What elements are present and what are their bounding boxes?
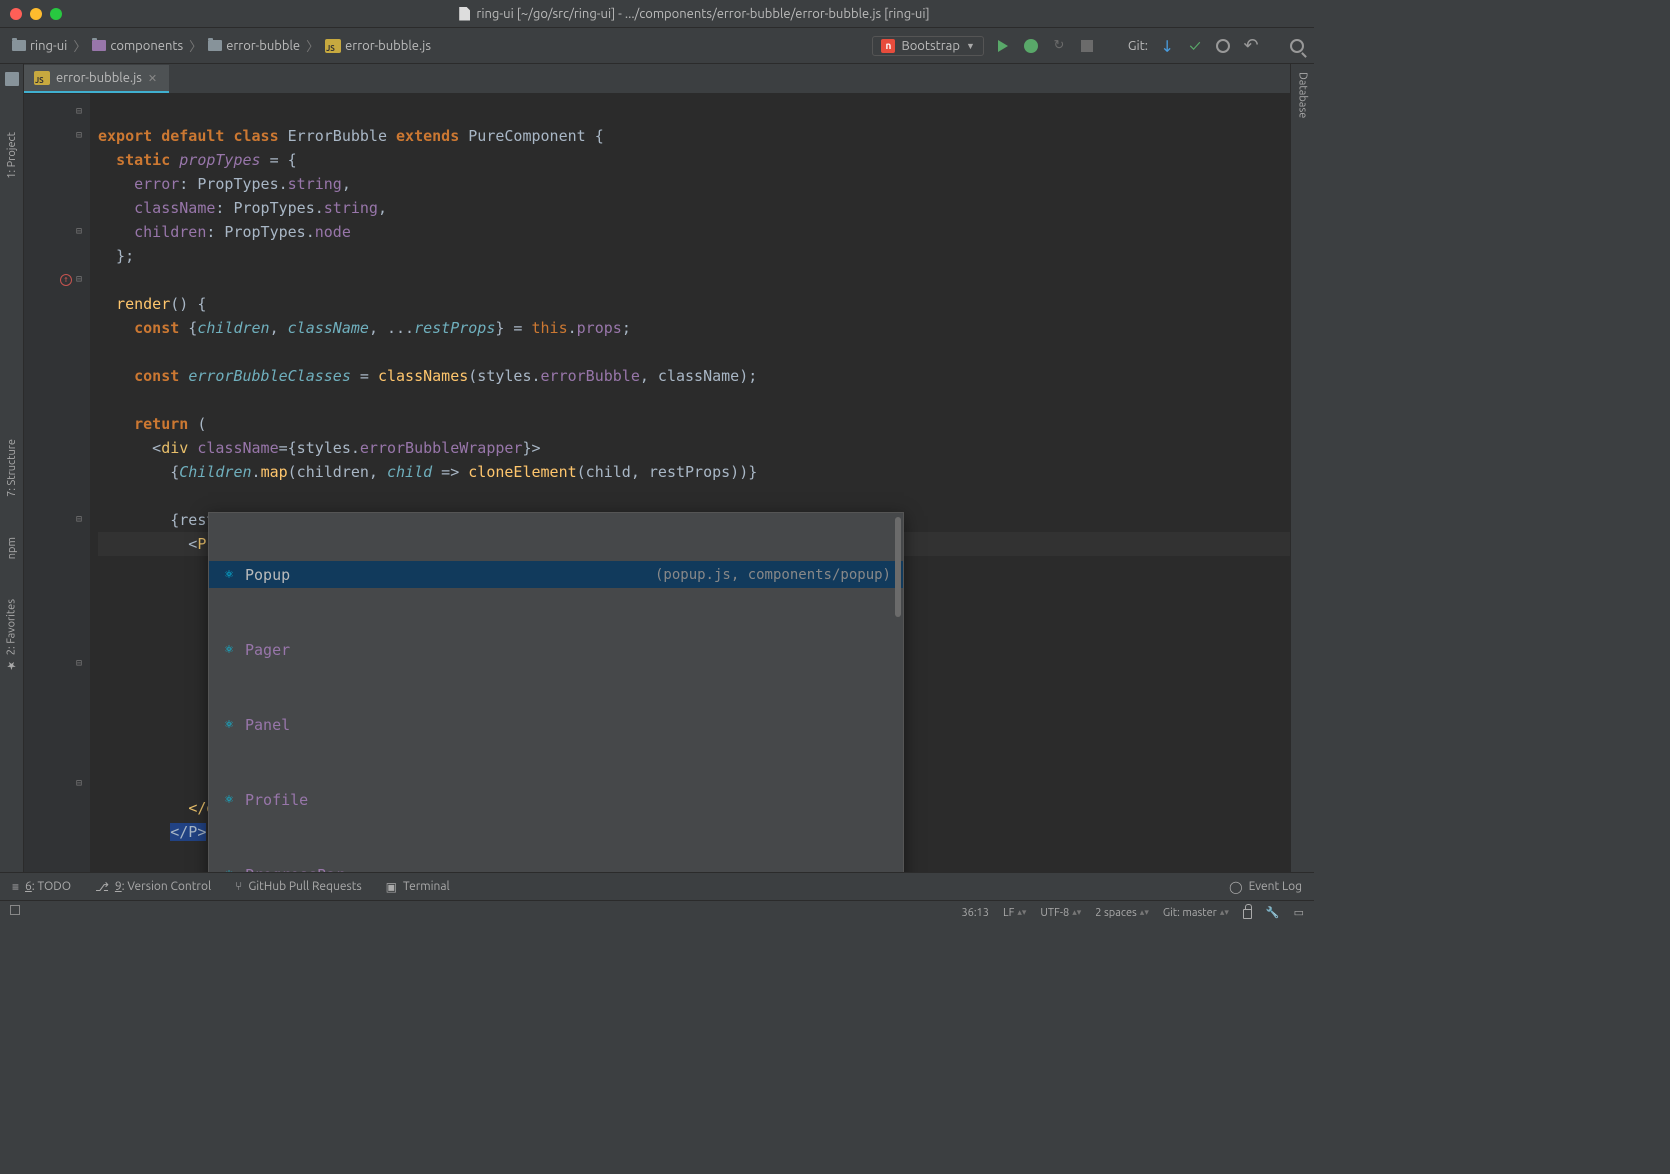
breadcrumb-item[interactable]: error-bubble	[204, 37, 304, 55]
breadcrumb-item[interactable]: JSerror-bubble.js	[321, 37, 435, 55]
tab-label: error-bubble.js	[56, 71, 142, 85]
autocomplete-item[interactable]: ⚛ Profile	[209, 786, 903, 813]
minimize-window-button[interactable]	[30, 8, 42, 20]
line-separator-selector[interactable]: LF▴▾	[1003, 907, 1026, 919]
favorites-panel-tab[interactable]: ★ 2: Favorites	[5, 599, 18, 672]
encoding-selector[interactable]: UTF-8▴▾	[1040, 907, 1081, 919]
autocomplete-label: Pager	[245, 638, 290, 662]
js-file-icon: JS	[34, 71, 50, 85]
breadcrumb-item[interactable]: ring-ui	[8, 37, 71, 55]
terminal-tool-button[interactable]: ▣ Terminal	[386, 880, 450, 894]
tool-window-quick-access-icon[interactable]	[10, 905, 20, 915]
main-toolbar: ring-ui 〉 components 〉 error-bubble 〉 JS…	[0, 28, 1314, 64]
structure-panel-tab[interactable]: 7: Structure	[6, 439, 18, 497]
github-pr-tool-button[interactable]: ⑂ GitHub Pull Requests	[235, 880, 362, 893]
bottom-tool-bar: ≡ 6: TODO ⎇ 9: Version Control ⑂ GitHub …	[0, 872, 1314, 900]
indent-selector[interactable]: 2 spaces▴▾	[1095, 907, 1149, 919]
git-branch-selector[interactable]: Git: master▴▾	[1163, 907, 1229, 919]
search-everywhere-button[interactable]	[1288, 37, 1306, 55]
window-controls	[10, 8, 62, 20]
npm-panel-tab[interactable]: npm	[6, 537, 18, 559]
left-tool-stripe: 1: Project 7: Structure npm ★ 2: Favorit…	[0, 64, 24, 872]
ide-settings-icon[interactable]: 🔧	[1266, 906, 1280, 919]
breadcrumb-sep: 〉	[73, 36, 86, 55]
autocomplete-label: Panel	[245, 713, 290, 737]
js-file-icon: JS	[325, 39, 341, 53]
breadcrumb-sep: 〉	[189, 36, 202, 55]
event-log-icon: ◯	[1229, 880, 1242, 894]
breadcrumb-sep: 〉	[306, 36, 319, 55]
project-panel-tab[interactable]: 1: Project	[6, 132, 18, 179]
git-label: Git:	[1128, 39, 1148, 53]
readonly-toggle[interactable]	[1243, 906, 1252, 919]
stop-button[interactable]	[1078, 37, 1096, 55]
status-bar: 36:13 LF▴▾ UTF-8▴▾ 2 spaces▴▾ Git: maste…	[0, 900, 1314, 924]
folder-icon	[208, 40, 222, 51]
breadcrumb-item[interactable]: components	[88, 37, 187, 55]
todo-tool-button[interactable]: ≡ 6: TODO	[12, 880, 71, 894]
git-revert-button[interactable]: ↶	[1242, 37, 1260, 55]
react-component-icon: ⚛	[221, 867, 237, 873]
react-component-icon: ⚛	[221, 642, 237, 658]
react-component-icon: ⚛	[221, 792, 237, 808]
title-bar: ring-ui [~/go/src/ring-ui] - .../compone…	[0, 0, 1314, 28]
file-icon	[456, 7, 470, 21]
editor-gutter: ⊟ ⊟ ⊟ ⊟ ⊟	[24, 94, 90, 872]
zoom-window-button[interactable]	[50, 8, 62, 20]
rerun-button[interactable]: ↻	[1050, 37, 1068, 55]
github-icon: ⑂	[235, 880, 242, 893]
editor-tab[interactable]: JS error-bubble.js ✕	[24, 65, 169, 93]
right-tool-stripe: Database	[1290, 64, 1314, 872]
autocomplete-label: Popup	[245, 563, 290, 587]
chevron-down-icon: ▼	[966, 41, 975, 51]
event-log-button[interactable]: ◯ Event Log	[1229, 880, 1302, 894]
override-gutter-icon[interactable]	[60, 274, 72, 286]
folder-icon	[92, 40, 106, 51]
git-commit-button[interactable]: ✓	[1186, 37, 1204, 55]
caret-position[interactable]: 36:13	[961, 907, 989, 919]
folder-icon	[12, 40, 26, 51]
run-button[interactable]	[994, 37, 1012, 55]
code-editor[interactable]: ⊟ ⊟ ⊟ ⊟ ⊟	[24, 94, 1290, 872]
terminal-icon: ▣	[386, 880, 397, 894]
react-component-icon: ⚛	[221, 567, 237, 583]
project-panel-icon[interactable]	[5, 72, 19, 86]
autocomplete-popup: ⚛ Popup (popup.js, components/popup) ⚛ P…	[208, 512, 904, 872]
run-config-selector[interactable]: n Bootstrap ▼	[872, 36, 983, 56]
close-tab-icon[interactable]: ✕	[148, 72, 157, 85]
editor-area: JS error-bubble.js ✕ ⊟ ⊟ ⊟ ⊟	[24, 64, 1290, 872]
git-history-button[interactable]	[1214, 37, 1232, 55]
debug-button[interactable]	[1022, 37, 1040, 55]
close-window-button[interactable]	[10, 8, 22, 20]
vcs-tool-button[interactable]: ⎇ 9: Version Control	[95, 880, 211, 894]
lock-icon	[1243, 909, 1252, 919]
window-title: ring-ui [~/go/src/ring-ui] - .../compone…	[82, 7, 1304, 21]
autocomplete-label: Profile	[245, 788, 308, 812]
database-panel-tab[interactable]: Database	[1297, 72, 1309, 118]
git-update-button[interactable]: ↙	[1158, 37, 1176, 55]
autocomplete-item[interactable]: ⚛ Panel	[209, 711, 903, 738]
npm-icon: n	[881, 39, 895, 53]
autocomplete-item[interactable]: ⚛ Popup (popup.js, components/popup)	[209, 561, 903, 588]
autocomplete-item[interactable]: ⚛ Pager	[209, 636, 903, 663]
editor-tabs: JS error-bubble.js ✕	[24, 64, 1290, 94]
autocomplete-hint: (popup.js, components/popup)	[655, 563, 891, 587]
autocomplete-scrollbar[interactable]	[895, 517, 901, 617]
react-component-icon: ⚛	[221, 717, 237, 733]
autocomplete-label: ProgressBar	[245, 863, 344, 873]
code-content[interactable]: export default class ErrorBubble extends…	[90, 94, 1290, 872]
breadcrumb: ring-ui 〉 components 〉 error-bubble 〉 JS…	[8, 36, 868, 55]
memory-indicator[interactable]: ▭	[1294, 906, 1304, 919]
autocomplete-item[interactable]: ⚛ ProgressBar	[209, 861, 903, 872]
